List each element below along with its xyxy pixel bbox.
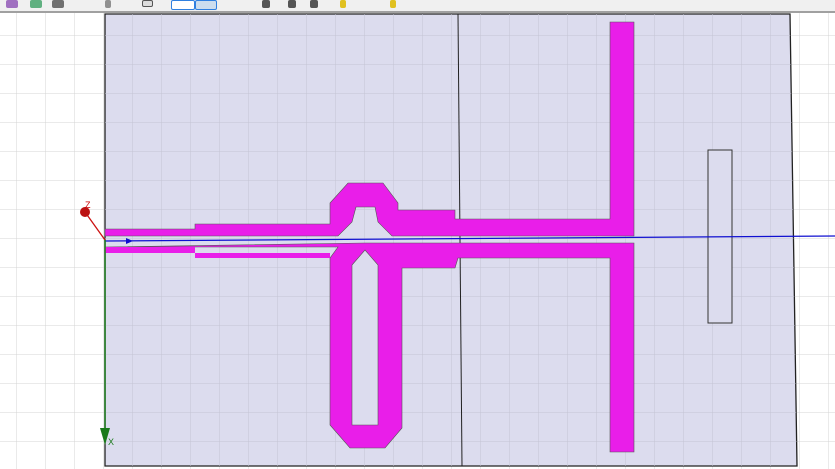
zoom-icon[interactable] [105,0,111,8]
loop-slot [351,249,379,426]
pan-icon[interactable] [30,0,42,8]
grid-snap-icon[interactable] [171,0,195,10]
toolbar [0,0,835,13]
line-style-icon[interactable] [195,0,217,10]
x-axis-label: X [108,437,114,447]
select-icon[interactable] [6,0,18,8]
draw-box-icon[interactable] [262,0,270,8]
fit-icon[interactable] [142,0,153,7]
draw-sphere-icon[interactable] [310,0,318,8]
boolean-icon[interactable] [340,0,346,8]
lower-feed-step [195,253,330,258]
rotate-icon[interactable] [52,0,64,8]
draw-cylinder-icon[interactable] [288,0,296,8]
3d-modeler-viewport[interactable]: Z X [0,13,835,469]
lower-feed [105,247,195,253]
measure-icon[interactable] [390,0,396,8]
z-axis-label: Z [85,200,91,210]
